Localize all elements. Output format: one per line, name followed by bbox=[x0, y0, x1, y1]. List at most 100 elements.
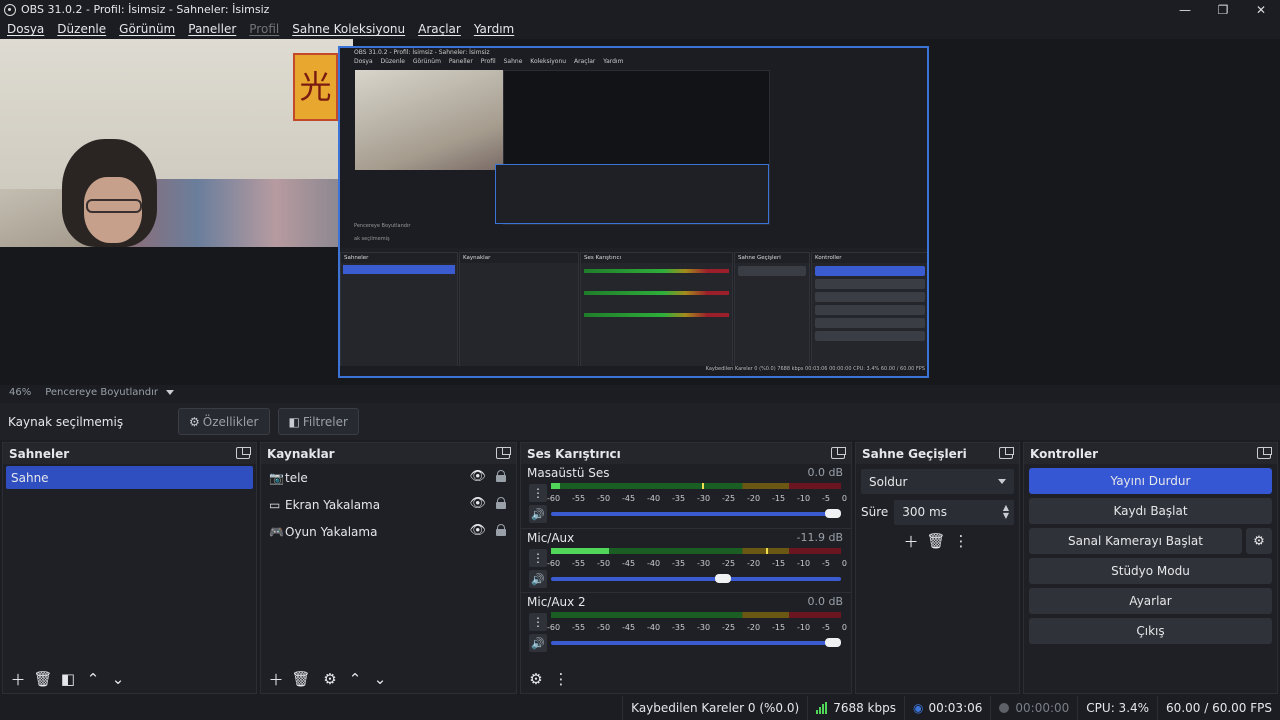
bitrate-label: 7688 kbps bbox=[833, 701, 896, 715]
speaker-icon[interactable]: 🔊 bbox=[529, 505, 547, 523]
chevron-down-icon[interactable] bbox=[165, 390, 174, 395]
no-source-selected-label: Kaynak seçilmemiş bbox=[8, 414, 124, 429]
volume-slider-knob[interactable] bbox=[715, 574, 732, 583]
eye-icon[interactable]: 👁 bbox=[469, 469, 486, 484]
menu-docks[interactable]: Paneller bbox=[188, 22, 236, 36]
kebab-menu-icon[interactable]: ⋮ bbox=[529, 613, 547, 631]
minimize-button[interactable]: — bbox=[1166, 0, 1204, 19]
stop-streaming-button[interactable]: Yayını Durdur bbox=[1029, 468, 1272, 494]
volume-slider[interactable] bbox=[551, 638, 841, 647]
nested-status: Kaybedilen Kareler 0 (%0.0) 7688 kbps 00… bbox=[340, 366, 927, 376]
record-icon bbox=[999, 703, 1010, 713]
kebab-menu-icon[interactable]: ⋮ bbox=[529, 484, 547, 502]
dropped-frames: Kaybedilen Kareler 0 (%0.0) bbox=[622, 696, 807, 720]
scale-tick-label: -60 bbox=[547, 623, 561, 632]
start-recording-button[interactable]: Kaydı Başlat bbox=[1029, 498, 1272, 524]
undock-icon[interactable] bbox=[831, 447, 846, 459]
scale-tick-label: -5 bbox=[822, 623, 830, 632]
gear-icon[interactable]: ⚙ bbox=[1246, 528, 1272, 554]
kebab-menu-icon[interactable]: ⋮ bbox=[550, 668, 572, 690]
move-up-icon[interactable]: ⌃ bbox=[82, 668, 104, 690]
zoom-mode-select[interactable]: Pencereye Boyutlandır bbox=[45, 387, 158, 398]
eye-icon[interactable]: 👁 bbox=[469, 523, 486, 538]
nested-menu: Dosya Düzenle Görünüm Paneller Profil Sa… bbox=[354, 58, 624, 65]
scene-item[interactable]: Sahne bbox=[6, 466, 253, 489]
speaker-icon[interactable]: 🔊 bbox=[529, 570, 547, 588]
trash-icon[interactable]: 🗑 bbox=[290, 668, 312, 690]
scale-tick-label: -25 bbox=[722, 559, 736, 568]
eye-icon[interactable]: 👁 bbox=[469, 496, 486, 511]
menu-scene-collection[interactable]: Sahne Koleksiyonu bbox=[292, 22, 405, 36]
undock-icon[interactable] bbox=[496, 447, 511, 459]
add-icon[interactable]: ＋ bbox=[7, 668, 29, 690]
volume-slider-knob[interactable] bbox=[825, 509, 841, 518]
maximize-button[interactable]: ❐ bbox=[1204, 0, 1242, 19]
scale-tick-label: -40 bbox=[647, 494, 661, 503]
undock-icon[interactable] bbox=[1257, 447, 1272, 459]
scale-tick-label: -50 bbox=[597, 559, 611, 568]
menu-profile[interactable]: Profil bbox=[249, 22, 279, 36]
menu-edit[interactable]: Düzenle bbox=[57, 22, 106, 36]
volume-slider[interactable] bbox=[551, 574, 841, 583]
filter-icon[interactable]: ◧ bbox=[57, 668, 79, 690]
add-icon[interactable]: ＋ bbox=[265, 668, 287, 690]
filters-label: Filtreler bbox=[302, 414, 348, 429]
transitions-dock: Sahne Geçişleri Soldur Süre 300 ms ▲ ▼ ＋ … bbox=[855, 442, 1020, 694]
source-item[interactable]: ▭ Ekran Yakalama 👁 bbox=[261, 491, 516, 518]
preview-canvas[interactable]: 光 OBS 31.0.2 - Profil: İsimsiz - Sahnele… bbox=[0, 39, 1280, 385]
menu-tools[interactable]: Araçlar bbox=[418, 22, 461, 36]
source-item[interactable]: 📷 tele 👁 bbox=[261, 464, 516, 491]
menu-file[interactable]: Dosya bbox=[7, 22, 44, 36]
lock-icon[interactable] bbox=[496, 497, 506, 509]
speaker-icon[interactable]: 🔊 bbox=[529, 634, 547, 652]
mixer-header: Ses Karıştırıcı bbox=[521, 443, 851, 464]
properties-label: Özellikler bbox=[202, 414, 259, 429]
channel-name: Mic/Aux 2 bbox=[527, 595, 586, 609]
duration-value: 300 ms bbox=[902, 505, 947, 519]
menu-help[interactable]: Yardım bbox=[474, 22, 514, 36]
settings-button[interactable]: Ayarlar bbox=[1029, 588, 1272, 614]
advanced-audio-icon[interactable]: ⚙ bbox=[525, 668, 547, 690]
spinner-icon[interactable]: ▲ ▼ bbox=[1003, 504, 1009, 520]
lock-icon[interactable] bbox=[496, 524, 506, 536]
move-down-icon[interactable]: ⌄ bbox=[369, 668, 391, 690]
scale-tick-label: -50 bbox=[597, 494, 611, 503]
trash-icon[interactable]: 🗑 bbox=[925, 530, 947, 552]
nested-transitions-panel: Sahne Geçişleri bbox=[734, 252, 810, 368]
scale-tick-label: -55 bbox=[572, 559, 586, 568]
scale-tick-label: -15 bbox=[772, 559, 786, 568]
scale-tick-label: -30 bbox=[697, 623, 711, 632]
undock-icon[interactable] bbox=[999, 447, 1014, 459]
close-button[interactable]: ✕ bbox=[1242, 0, 1280, 19]
start-virtual-camera-button[interactable]: Sanal Kamerayı Başlat bbox=[1029, 528, 1242, 554]
mixer-title: Ses Karıştırıcı bbox=[527, 446, 621, 461]
volume-slider[interactable] bbox=[551, 509, 841, 518]
transition-select[interactable]: Soldur bbox=[861, 469, 1014, 494]
kebab-menu-icon[interactable]: ⋮ bbox=[529, 549, 547, 567]
camera-icon: 📷 bbox=[269, 470, 284, 485]
controls-header: Kontroller bbox=[1024, 443, 1277, 464]
mixer-channel: Masaüstü Ses 0.0 dB ⋮ -60 -55 -50 -45 -40 -35… bbox=[521, 464, 851, 528]
filters-button[interactable]: ◧ Filtreler bbox=[277, 408, 359, 435]
properties-button[interactable]: ⚙ Özellikler bbox=[178, 408, 270, 435]
move-down-icon[interactable]: ⌄ bbox=[107, 668, 129, 690]
undock-icon[interactable] bbox=[236, 447, 251, 459]
live-time: ◉ 00:03:06 bbox=[904, 696, 990, 720]
nested-controls-title: Kontroller bbox=[812, 253, 927, 263]
gear-icon[interactable]: ⚙ bbox=[319, 668, 341, 690]
kebab-menu-icon[interactable]: ⋮ bbox=[950, 530, 972, 552]
menu-view[interactable]: Görünüm bbox=[119, 22, 175, 36]
duration-input[interactable]: 300 ms ▲ ▼ bbox=[894, 499, 1014, 525]
scale-tick-label: -5 bbox=[822, 494, 830, 503]
lock-icon[interactable] bbox=[496, 470, 506, 482]
transition-tools: ＋ 🗑 ⋮ bbox=[856, 530, 1019, 552]
trash-icon[interactable]: 🗑 bbox=[32, 668, 54, 690]
volume-slider-knob[interactable] bbox=[825, 638, 841, 647]
source-item[interactable]: 🎮 Oyun Yakalama 👁 bbox=[261, 518, 516, 545]
studio-mode-button[interactable]: Stüdyo Modu bbox=[1029, 558, 1272, 584]
move-up-icon[interactable]: ⌃ bbox=[344, 668, 366, 690]
exit-button[interactable]: Çıkış bbox=[1029, 618, 1272, 644]
virtual-camera-row: Sanal Kamerayı Başlat ⚙ bbox=[1029, 528, 1272, 554]
add-icon[interactable]: ＋ bbox=[900, 530, 922, 552]
scale-tick-label: -45 bbox=[622, 623, 636, 632]
